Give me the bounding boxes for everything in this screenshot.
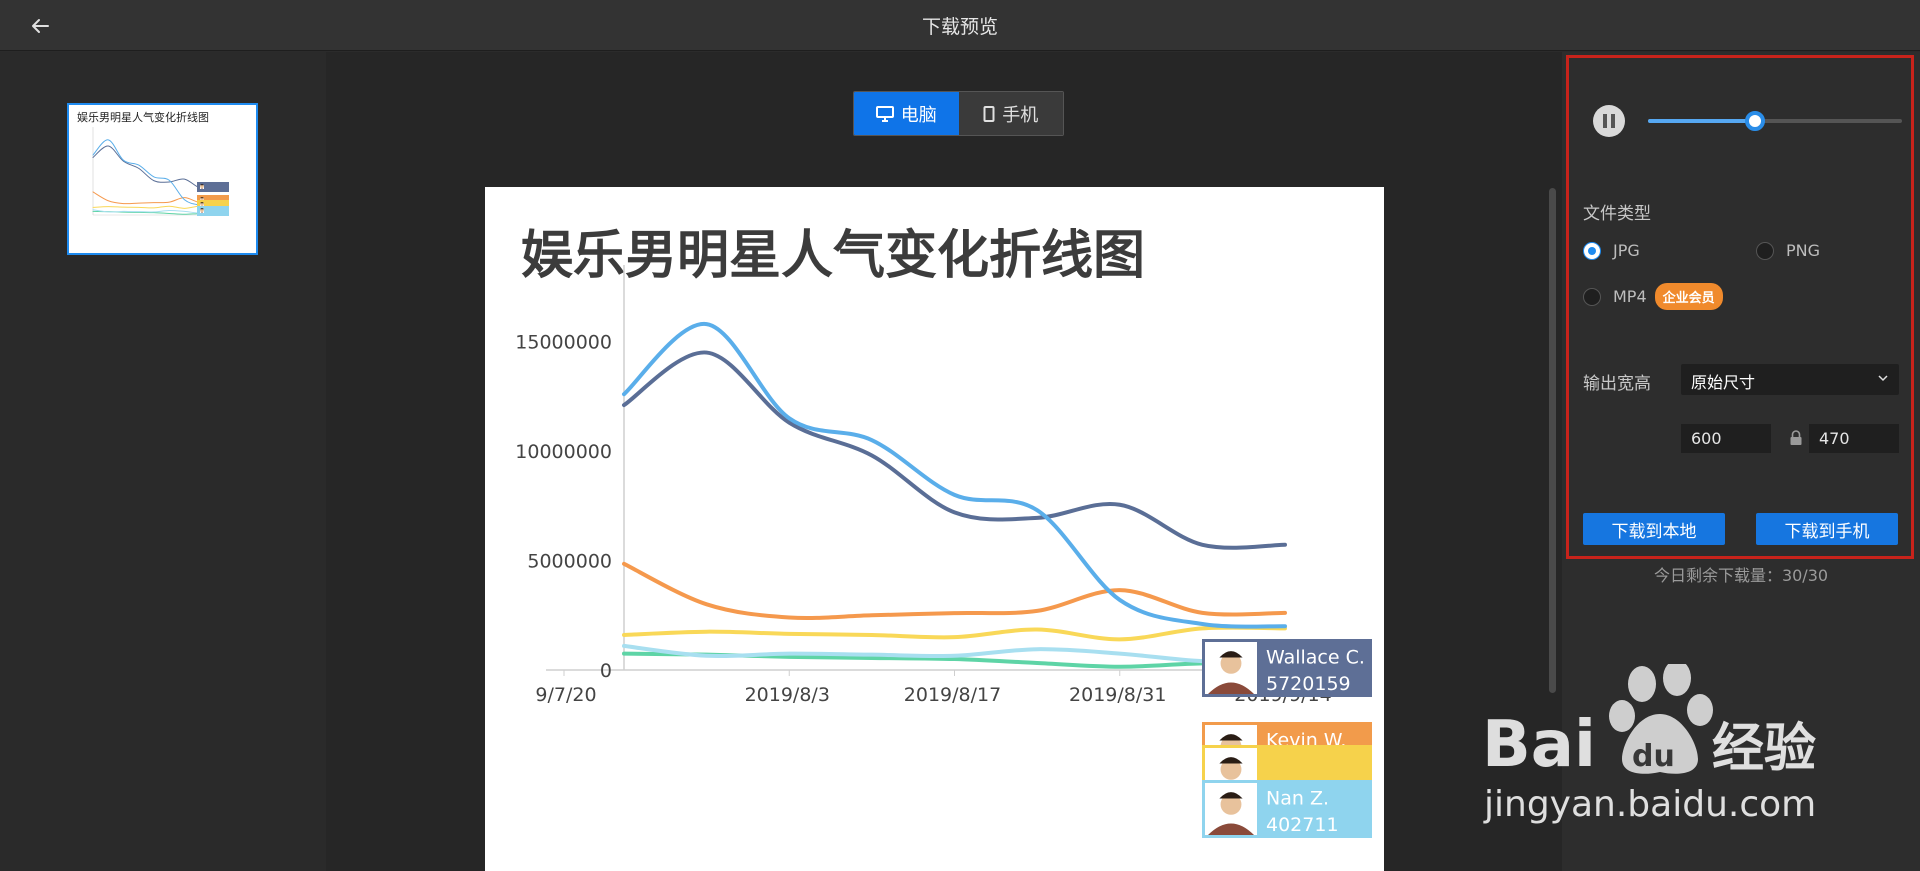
width-input[interactable] [1681,424,1771,453]
download-local-button[interactable]: 下载到本地 [1583,513,1725,545]
radio-jpg[interactable]: JPG [1583,241,1640,260]
enterprise-badge: 企业会员 [1654,283,1723,310]
y-tick-label: 10000000 [515,441,612,463]
thumbnail-panel: 娱乐男明星人气变化折线图 [0,52,326,871]
phone-icon [983,105,995,122]
tab-mobile-label: 手机 [1002,104,1039,126]
settings-highlight-box: 文件类型 JPG PNG MP4 企业会员 输出宽高 原始尺寸 下载到本地 [1566,55,1914,559]
y-tick-label: 15000000 [515,332,612,354]
svg-text:du: du [1632,739,1675,774]
pause-icon [1603,114,1607,128]
series-line [622,561,1287,621]
slider-handle[interactable] [1744,111,1765,131]
tab-mobile[interactable]: 手机 [958,92,1063,135]
file-type-label: 文件类型 [1583,204,1651,224]
radio-mp4[interactable]: MP4 企业会员 [1583,283,1723,310]
chevron-down-icon [1878,375,1888,382]
chart-preview: 娱乐男明星人气变化折线图 0 5000000 10000000 15000000 9/7… [485,187,1384,871]
y-tick-label: 0 [600,660,612,682]
preview-area: 电脑 手机 娱乐男明星人气变化折线图 0 5000000 10000000 15000… [326,52,1562,871]
download-phone-button[interactable]: 下载到手机 [1756,513,1898,545]
end-label-value: 402711 [1266,814,1339,836]
tab-desktop[interactable]: 电脑 [854,92,959,135]
end-label-name: Wallace C. [1266,646,1365,668]
svg-text:经验: 经验 [1712,719,1816,779]
end-label [197,182,229,192]
baidu-watermark: Bai du 经验 jingyan.baidu.com [1482,664,1816,825]
thumbnail-chart [92,127,229,216]
preview-scrollbar[interactable] [1549,188,1556,693]
x-tick-label: 2019/8/17 [904,684,1001,706]
series-line [622,322,1287,629]
top-bar: 下载预览 [0,0,1920,51]
tab-desktop-label: 电脑 [900,104,937,126]
lock-icon[interactable] [1789,430,1803,446]
line-chart: 0 5000000 10000000 15000000 9/7/20 2019/8/3 20… [515,265,1372,838]
series-line [92,191,216,205]
x-tick-label: 9/7/20 [535,684,596,706]
monitor-icon [875,105,894,122]
end-label: Nan Z. 402711 [1202,780,1372,838]
playback-slider[interactable] [1648,111,1902,131]
series-line [622,350,1287,550]
y-tick-label: 5000000 [527,551,612,573]
series-line [92,139,216,207]
svg-text:jingyan.baidu.com: jingyan.baidu.com [1483,784,1816,825]
height-input[interactable] [1809,424,1899,453]
download-quota: 今日剩余下载量：30/30 [1653,566,1829,585]
page-title: 下载预览 [921,16,998,38]
radio-png[interactable]: PNG [1756,241,1820,260]
svg-text:Bai: Bai [1482,708,1596,782]
end-label-name: Nan Z. [1266,787,1329,809]
size-select[interactable]: 原始尺寸 [1681,364,1899,395]
output-size-label: 输出宽高 [1583,374,1651,394]
x-tick-label: 2019/8/3 [745,684,830,706]
series-line [92,205,216,209]
series-line [92,145,216,189]
end-label: Wallace C. 5720159 [1202,639,1372,697]
end-label [197,206,229,216]
slider-fill [1648,119,1755,123]
x-tick-label: 2019/8/31 [1069,684,1166,706]
series-line [622,625,1287,642]
slide-thumbnail[interactable]: 娱乐男明星人气变化折线图 [67,103,258,255]
device-toggle: 电脑 手机 [853,91,1064,136]
pause-button[interactable] [1593,105,1625,137]
end-label-value: 5720159 [1266,673,1351,695]
